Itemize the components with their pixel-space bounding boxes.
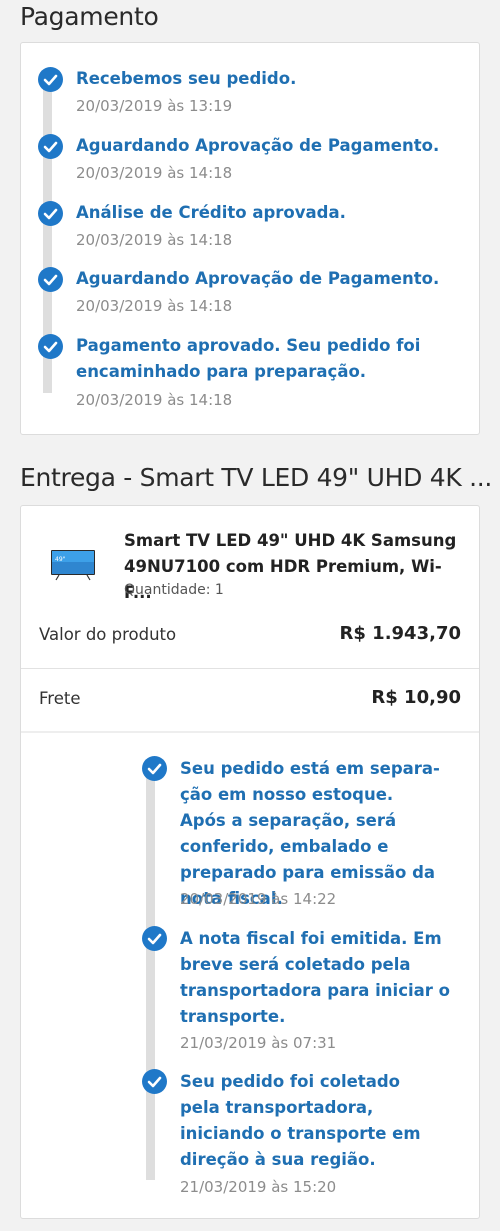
- payment-event-date: 20/03/2019 às 14:18: [76, 231, 233, 249]
- check-icon: [38, 134, 63, 159]
- payment-event-date: 20/03/2019 às 14:18: [76, 164, 233, 182]
- payment-event-date: 20/03/2019 às 14:18: [76, 297, 233, 315]
- payment-event-text: Aguardando Aprovação de Pagamento.: [76, 136, 440, 155]
- timeline-line: [146, 770, 155, 1180]
- product-quantity: Quantidade: 1: [124, 582, 224, 598]
- delivery-event-text: Seu pedido foi coletado pela transportad…: [180, 1072, 421, 1169]
- delivery-event-date: 21/03/2019 às 07:31: [180, 1034, 337, 1052]
- divider: [21, 731, 479, 733]
- check-icon: [142, 756, 167, 781]
- delivery-section-title: Entrega - Smart TV LED 49" UHD 4K ...: [20, 463, 493, 492]
- payment-event-text: Análise de Crédito aprovada.: [76, 203, 346, 222]
- payment-event-date: 20/03/2019 às 13:19: [76, 97, 233, 115]
- product-value-label: Valor do produto: [39, 625, 177, 644]
- payment-card: Recebemos seu pedido. 20/03/2019 às 13:1…: [20, 42, 480, 435]
- payment-section-title: Pagamento: [20, 2, 159, 31]
- delivery-card: 49" Smart TV LED 49" UHD 4K Samsung 49NU…: [20, 505, 480, 1219]
- payment-event-text: Pagamento aprovado. Seu pedido foi encam…: [76, 336, 421, 381]
- product-thumbnail: 49": [49, 546, 97, 582]
- delivery-event-date: 21/03/2019 às 15:20: [180, 1178, 337, 1196]
- shipping-value: R$ 10,90: [371, 687, 461, 708]
- check-icon: [38, 267, 63, 292]
- divider: [21, 668, 479, 669]
- delivery-event-date: 20/03/2019 às 14:22: [180, 890, 337, 908]
- check-icon: [38, 201, 63, 226]
- delivery-event-text: A nota fiscal foi emitida. Em breve será…: [180, 929, 451, 1026]
- delivery-event-text: Seu pedido está em separa-ção em nosso e…: [180, 759, 440, 908]
- payment-event-date: 20/03/2019 às 14:18: [76, 391, 233, 409]
- shipping-label: Frete: [39, 689, 81, 708]
- payment-event-text: Recebemos seu pedido.: [76, 69, 297, 88]
- payment-event-text: Aguardando Aprovação de Pagamento.: [76, 269, 440, 288]
- check-icon: [142, 926, 167, 951]
- product-value: R$ 1.943,70: [339, 623, 461, 644]
- check-icon: [38, 334, 63, 359]
- check-icon: [142, 1069, 167, 1094]
- check-icon: [38, 67, 63, 92]
- product-thumb-label: 49": [55, 556, 66, 563]
